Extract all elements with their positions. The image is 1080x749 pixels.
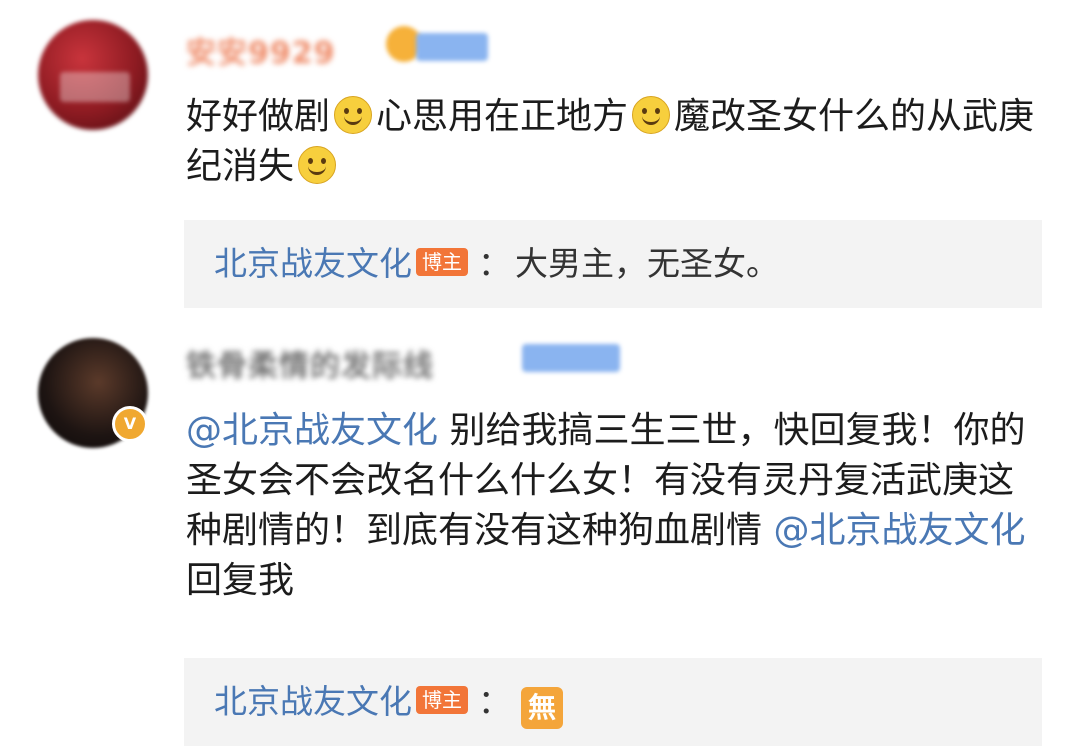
comment-text: @北京战友文化 别给我搞三生三世，快回复我！你的圣女会不会改名什么什么女！有没有… bbox=[186, 410, 1026, 601]
smile-emoji-icon bbox=[334, 96, 373, 134]
mention-link[interactable]: @北京战友文化 bbox=[186, 410, 438, 451]
username[interactable]: 铁骨柔情的发际线 bbox=[186, 341, 434, 385]
reply-box[interactable]: 北京战友文化 博主 ： 無 bbox=[184, 658, 1042, 746]
reply-author-link[interactable]: 北京战友文化 bbox=[214, 244, 412, 283]
reply-separator: ： bbox=[478, 682, 511, 721]
reply-separator: ： bbox=[478, 244, 511, 283]
verified-icon: V bbox=[112, 406, 148, 442]
wu-sticker-icon: 無 bbox=[521, 687, 563, 729]
smile-emoji-icon bbox=[632, 96, 671, 134]
reply-box[interactable]: 北京战友文化 博主 ：大男主，无圣女。 bbox=[184, 220, 1042, 308]
reply-text: 大男主，无圣女。 bbox=[515, 244, 779, 283]
avatar[interactable] bbox=[38, 20, 148, 130]
level-badge bbox=[522, 344, 620, 372]
mention-link[interactable]: @北京战友文化 bbox=[773, 510, 1025, 551]
host-badge: 博主 bbox=[416, 248, 468, 276]
comment-text: 好好做剧 心思用在正地方 魔改圣女什么的从武庚纪消失 bbox=[186, 96, 1035, 187]
reply-author-link[interactable]: 北京战友文化 bbox=[214, 682, 412, 721]
host-badge: 博主 bbox=[416, 686, 468, 714]
smile-emoji-icon bbox=[298, 146, 337, 184]
level-badge bbox=[416, 33, 488, 61]
username[interactable]: 安安9929 bbox=[186, 28, 336, 72]
